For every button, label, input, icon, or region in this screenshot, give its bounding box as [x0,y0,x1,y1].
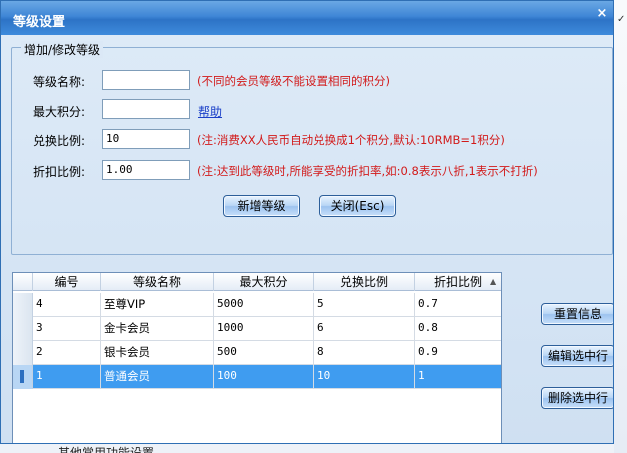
cell-name: 普通会员 [101,365,214,389]
column-header-discount[interactable]: 折扣比例 [415,273,501,291]
column-header-name[interactable]: 等级名称 [101,273,214,291]
column-header-max-points[interactable]: 最大积分 [214,273,314,291]
table-row[interactable]: 3 金卡会员 1000 6 0.8 [13,317,501,341]
close-button[interactable]: 关闭(Esc) [319,195,396,217]
row-header [13,365,33,389]
table-row[interactable]: 4 至尊VIP 5000 5 0.7 [13,293,501,317]
table-row-selected[interactable]: 1 普通会员 100 10 1 [13,365,501,389]
level-settings-dialog: 等级设置 × 增加/修改等级 等级名称: (不同的会员等级不能设置相同的积分) … [0,0,614,444]
cell-max-points: 1000 [214,317,314,341]
sort-ascending-icon: ▲ [490,277,497,286]
cell-ratio: 8 [314,341,415,365]
group-legend: 增加/修改等级 [21,41,104,58]
cell-id: 1 [33,365,101,389]
level-name-label: 等级名称: [33,75,86,89]
level-name-note: (不同的会员等级不能设置相同的积分) [197,74,390,88]
dialog-content: 增加/修改等级 等级名称: (不同的会员等级不能设置相同的积分) 最大积分: 帮… [1,35,613,443]
row-header [13,293,33,317]
row-header [13,341,33,365]
edit-selected-row-button[interactable]: 编辑选中行 [541,345,613,367]
cell-id: 2 [33,341,101,365]
discount-ratio-label: 折扣比例: [33,165,86,179]
exchange-ratio-note: (注:消费XX人民币自动兑换成1个积分,默认:10RMB=1积分) [197,133,505,147]
column-header-ratio[interactable]: 兑换比例 [314,273,415,291]
cell-id: 4 [33,293,101,317]
title-bar[interactable]: 等级设置 × [1,1,613,35]
cell-max-points: 5000 [214,293,314,317]
add-level-button[interactable]: 新增等级 [223,195,300,217]
cell-max-points: 100 [214,365,314,389]
cell-discount: 1 [418,369,425,382]
cell-name: 金卡会员 [101,317,214,341]
max-points-label: 最大积分: [33,105,86,119]
table-row[interactable]: 2 银卡会员 500 8 0.9 [13,341,501,365]
row-header [13,317,33,341]
cell-ratio: 10 [314,365,415,389]
max-points-input[interactable] [102,99,190,119]
cell-name: 至尊VIP [101,293,214,317]
discount-ratio-note: (注:达到此等级时,所能享受的折扣率,如:0.8表示八折,1表示不打折) [197,164,538,178]
cell-discount: 0.7 [418,297,438,310]
cell-discount: 0.8 [418,321,438,334]
close-icon[interactable]: × [595,7,609,21]
row-header-corner [13,273,33,291]
window-title: 等级设置 [13,15,66,30]
discount-ratio-input[interactable]: 1.00 [102,160,190,180]
cell-name: 银卡会员 [101,341,214,365]
background-right-edge: ✓ [614,0,627,453]
level-table: 编号 等级名称 最大积分 兑换比例 折扣比例 ▲ 4 至尊VIP 5000 5 … [12,272,502,443]
exchange-ratio-input[interactable]: 10 [102,129,190,149]
help-link[interactable]: 帮助 [198,103,222,120]
cell-id: 3 [33,317,101,341]
delete-selected-row-button[interactable]: 删除选中行 [541,387,613,409]
checkmark-icon: ✓ [617,14,626,25]
exchange-ratio-label: 兑换比例: [33,134,86,148]
table-header: 编号 等级名称 最大积分 兑换比例 折扣比例 ▲ [13,273,501,291]
reset-info-button[interactable]: 重置信息 [541,303,613,325]
cell-discount: 0.9 [418,345,438,358]
column-header-id[interactable]: 编号 [33,273,101,291]
background-bottom-label: 其他常用功能设置 [58,446,155,453]
cell-max-points: 500 [214,341,314,365]
cell-ratio: 5 [314,293,415,317]
level-name-input[interactable] [102,70,190,90]
cell-ratio: 6 [314,317,415,341]
